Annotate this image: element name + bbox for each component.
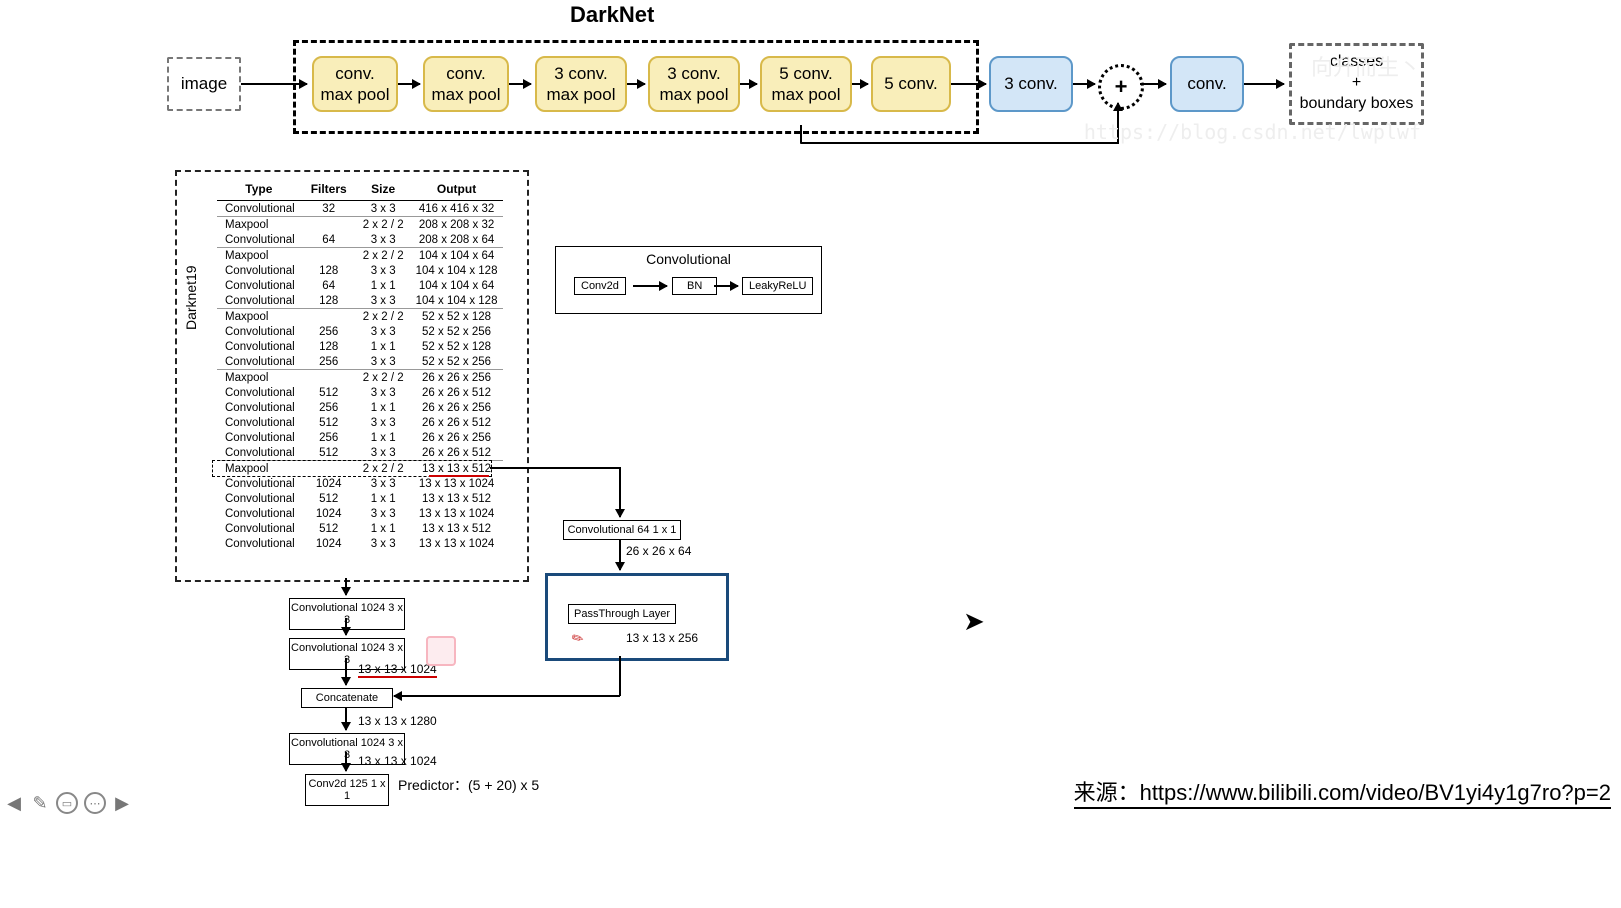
col-header: Size xyxy=(357,178,410,201)
arrow xyxy=(852,83,868,85)
bn-box: BN xyxy=(672,277,717,295)
output-line3: boundary boxes xyxy=(1292,94,1421,115)
concatenate-box: Concatenate xyxy=(301,688,393,708)
arrow xyxy=(241,83,307,85)
darknet19-table: TypeFiltersSizeOutput Convolutional323 x… xyxy=(175,170,529,582)
head-1: 3 conv. xyxy=(989,56,1073,112)
arrow xyxy=(345,752,347,771)
stage-5: 5 conv. max pool xyxy=(760,56,852,112)
cursor-icon: ➤ xyxy=(963,606,985,637)
stage-6: 5 conv. xyxy=(871,56,951,112)
table-row: Convolutional1283 x 3104 x 104 x 128 xyxy=(217,293,503,309)
source-text: 来源：https://www.bilibili.com/video/BV1yi4… xyxy=(1074,775,1611,809)
more-icon[interactable]: ⋯ xyxy=(84,792,106,814)
table-row: Convolutional323 x 3416 x 416 x 32 xyxy=(217,201,503,217)
arrow xyxy=(345,578,347,595)
table-row: Convolutional5121 x 113 x 13 x 512 xyxy=(217,491,503,506)
passthrough-label: PassThrough Layer xyxy=(568,604,676,624)
table-side-label: Darknet19 xyxy=(183,265,199,330)
arrow xyxy=(509,83,531,85)
predictor-text: Predictor：(5 + 20) x 5 xyxy=(398,775,539,795)
skip-line xyxy=(800,142,1118,144)
line xyxy=(490,467,620,469)
table-row: Convolutional10243 x 313 x 13 x 1024 xyxy=(217,536,503,551)
conv2d-125-box: Conv2d 125 1 x 1 xyxy=(305,774,389,806)
arrow xyxy=(619,540,621,570)
arch-table: TypeFiltersSizeOutput Convolutional323 x… xyxy=(217,178,503,551)
faded-marker xyxy=(426,636,456,666)
side-conv-box: Convolutional 64 1 x 1 xyxy=(563,520,681,540)
table-row: Convolutional641 x 1104 x 104 x 64 xyxy=(217,278,503,293)
table-row: Convolutional10243 x 313 x 13 x 1024 xyxy=(217,476,503,491)
conv-1024-1: Convolutional 1024 3 x 3 xyxy=(289,598,405,630)
arrow xyxy=(619,516,621,517)
arrow xyxy=(951,83,986,85)
table-row: Maxpool2 x 2 / 2208 x 208 x 32 xyxy=(217,217,503,233)
table-row: Convolutional5123 x 326 x 26 x 512 xyxy=(217,385,503,400)
table-row: Convolutional2561 x 126 x 26 x 256 xyxy=(217,430,503,445)
stage-3: 3 conv. max pool xyxy=(535,56,627,112)
diagram-title: DarkNet xyxy=(570,2,654,28)
col-header: Type xyxy=(217,178,301,201)
watermark-1: 向升而生丶 xyxy=(1311,50,1421,82)
pencil-icon[interactable]: ✎ xyxy=(30,793,50,813)
table-row: Convolutional5121 x 113 x 13 x 512 xyxy=(217,521,503,536)
table-row: Maxpool2 x 2 / 226 x 26 x 256 xyxy=(217,370,503,386)
arrow xyxy=(714,285,738,287)
table-row: Convolutional643 x 3208 x 208 x 64 xyxy=(217,232,503,248)
table-row: Convolutional2563 x 352 x 52 x 256 xyxy=(217,324,503,339)
stage-1: conv. max pool xyxy=(312,56,398,112)
arrow xyxy=(740,83,757,85)
convolutional-block: Convolutional Conv2d BN LeakyReLU xyxy=(555,246,822,314)
skip-line xyxy=(800,125,802,143)
stage-2: conv. max pool xyxy=(423,56,509,112)
table-row: Maxpool2 x 2 / 2104 x 104 x 64 xyxy=(217,248,503,264)
table-row: Convolutional2561 x 126 x 26 x 256 xyxy=(217,400,503,415)
next-icon[interactable]: ▶ xyxy=(112,793,132,813)
convblock-title: Convolutional xyxy=(556,251,821,267)
stage-4: 3 conv. max pool xyxy=(648,56,740,112)
arrow xyxy=(345,658,347,685)
flow-dim-3: 13 x 13 x 1024 xyxy=(358,754,437,768)
col-header: Filters xyxy=(301,178,357,201)
flow-dim-1: 13 x 13 x 1024 xyxy=(358,662,437,678)
arrow xyxy=(627,83,645,85)
toolbar: ◀ ✎ ▭ ⋯ ▶ xyxy=(4,792,132,814)
side-dim: 26 x 26 x 64 xyxy=(626,544,691,558)
arrow xyxy=(345,618,347,635)
table-row: Convolutional1281 x 152 x 52 x 128 xyxy=(217,339,503,354)
image-block: image xyxy=(167,57,241,111)
flow-dim-2: 13 x 13 x 1280 xyxy=(358,714,437,728)
stop-icon[interactable]: ▭ xyxy=(56,792,78,814)
arrow xyxy=(633,285,667,287)
watermark-2: https://blog.csdn.net/lwplwf xyxy=(1084,120,1421,144)
table-row: Convolutional10243 x 313 x 13 x 1024 xyxy=(217,506,503,521)
col-header: Output xyxy=(410,178,504,201)
arrow xyxy=(394,695,397,697)
arrow xyxy=(1140,83,1166,85)
leakyrelu-box: LeakyReLU xyxy=(742,277,813,295)
line xyxy=(619,656,621,696)
arrow xyxy=(398,83,420,85)
table-row: Convolutional1283 x 3104 x 104 x 128 xyxy=(217,263,503,278)
arrow xyxy=(1073,83,1095,85)
prev-icon[interactable]: ◀ xyxy=(4,793,24,813)
conv2d-box: Conv2d xyxy=(574,277,626,295)
arrow xyxy=(1244,83,1284,85)
table-row: Convolutional2563 x 352 x 52 x 256 xyxy=(217,354,503,370)
red-underline xyxy=(429,475,489,477)
table-row: Convolutional5123 x 326 x 26 x 512 xyxy=(217,445,503,461)
head-2: conv. xyxy=(1170,56,1244,112)
passthrough-dim: 13 x 13 x 256 xyxy=(626,631,698,645)
arrow xyxy=(345,708,347,730)
table-row: Convolutional5123 x 326 x 26 x 512 xyxy=(217,415,503,430)
passthrough-box: PassThrough Layer 13 x 13 x 256 ✎ xyxy=(545,573,729,661)
skip-arrow xyxy=(1117,103,1119,108)
line xyxy=(397,695,620,697)
table-row: Maxpool2 x 2 / 252 x 52 x 128 xyxy=(217,309,503,325)
pen-mark-icon: ✎ xyxy=(569,628,588,649)
